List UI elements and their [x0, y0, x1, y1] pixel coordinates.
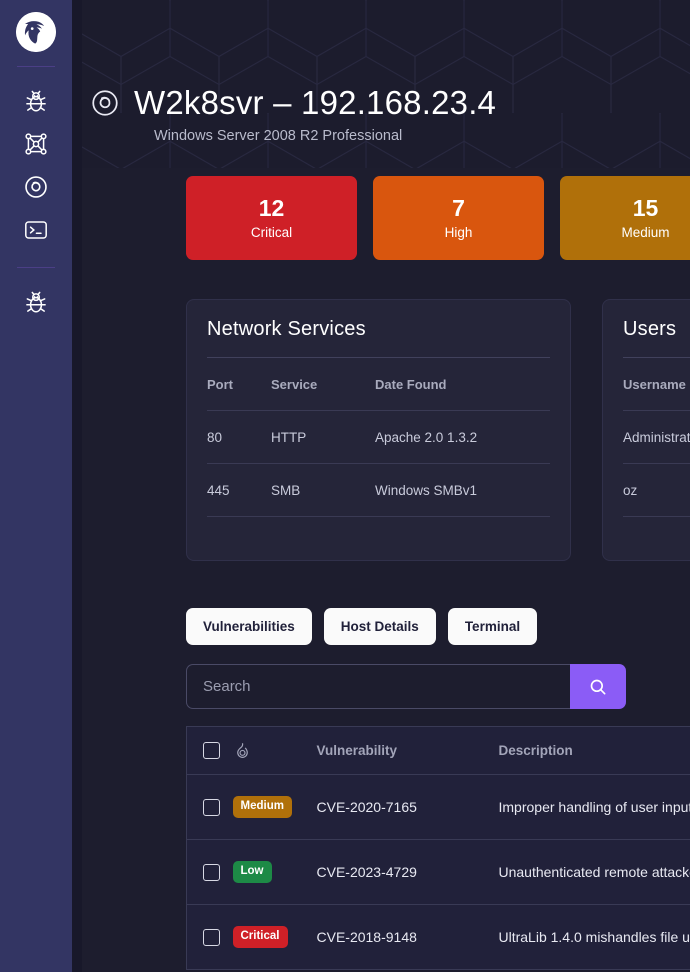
- users-panel: Users Username Credential Administrator …: [602, 299, 690, 561]
- cell-port: 80: [207, 411, 271, 464]
- status-badge: Low: [233, 861, 272, 883]
- sidebar-item-terminal[interactable]: [16, 210, 56, 250]
- table-row[interactable]: Administrator NT: [623, 411, 690, 464]
- status-badge: Medium: [233, 796, 292, 818]
- table-row[interactable]: oz NT: [623, 464, 690, 517]
- cell-description: Improper handling of user input in S: [499, 775, 690, 840]
- cell-cve-id: CVE-2018-9148: [317, 905, 499, 970]
- table-header-row: Vulnerability Description: [187, 727, 690, 775]
- stat-card-medium[interactable]: 15 Medium: [560, 176, 690, 260]
- network-services-panel: Network Services Port Service Date Found…: [186, 299, 571, 561]
- host-subtitle: Windows Server 2008 R2 Professional: [154, 128, 690, 144]
- search-button[interactable]: [570, 664, 626, 709]
- table-header-row: Username Credential: [623, 358, 690, 411]
- main-content: W2k8svr – 192.168.23.4 Windows Server 20…: [72, 0, 690, 972]
- panel-title: Users: [623, 318, 690, 341]
- column-header-username: Username: [623, 358, 690, 411]
- content-gutter: [72, 0, 82, 972]
- status-badge: Critical: [233, 926, 288, 948]
- sidebar-divider-bottom: [17, 267, 55, 268]
- stat-label: High: [445, 225, 473, 240]
- column-header-port: Port: [207, 358, 271, 411]
- cell-cve-id: CVE-2020-7165: [317, 775, 499, 840]
- wolf-logo[interactable]: [16, 12, 56, 52]
- column-header-vulnerability: Vulnerability: [317, 727, 499, 775]
- cell-service: HTTP: [271, 411, 375, 464]
- target-spiral-icon: [90, 88, 120, 118]
- cell-description: UltraLib 1.4.0 mishandles file upload: [499, 905, 690, 970]
- column-header-description: Description: [499, 727, 690, 775]
- table-row[interactable]: Critical CVE-2018-9148 UltraLib 1.4.0 mi…: [187, 905, 690, 970]
- stat-count: 7: [452, 196, 465, 221]
- cell-select: [187, 840, 233, 905]
- cell-username: Administrator: [623, 411, 690, 464]
- cell-service: SMB: [271, 464, 375, 517]
- column-header-service: Service: [271, 358, 375, 411]
- page-title: W2k8svr – 192.168.23.4: [134, 86, 496, 119]
- table-row[interactable]: Medium CVE-2020-7165 Improper handling o…: [187, 775, 690, 840]
- cell-severity: Low: [233, 840, 317, 905]
- terminal-icon: [23, 217, 49, 243]
- sidebar-item-bug[interactable]: [16, 81, 56, 121]
- row-checkbox[interactable]: [203, 929, 220, 946]
- bug-icon: [23, 88, 49, 114]
- cell-description: Unauthenticated remote attackers c: [499, 840, 690, 905]
- cell-username: oz: [623, 464, 690, 517]
- search-bar: [186, 664, 626, 709]
- cell-severity: Medium: [233, 775, 317, 840]
- target-spiral-icon: [23, 174, 49, 200]
- network-nodes-icon: [23, 131, 49, 157]
- cell-severity: Critical: [233, 905, 317, 970]
- sidebar-divider-top: [17, 66, 55, 67]
- stat-label: Medium: [621, 225, 669, 240]
- cell-select: [187, 905, 233, 970]
- flame-icon: [233, 741, 252, 760]
- stat-count: 12: [259, 196, 285, 221]
- stat-card-critical[interactable]: 12 Critical: [186, 176, 357, 260]
- sidebar-item-target[interactable]: [16, 167, 56, 207]
- stat-count: 15: [633, 196, 659, 221]
- cell-port: 445: [207, 464, 271, 517]
- panel-title: Network Services: [207, 318, 550, 341]
- tab-terminal[interactable]: Terminal: [448, 608, 537, 645]
- select-all-checkbox[interactable]: [203, 742, 220, 759]
- cell-cve-id: CVE-2023-4729: [317, 840, 499, 905]
- tab-vulnerabilities[interactable]: Vulnerabilities: [186, 608, 312, 645]
- stat-label: Critical: [251, 225, 292, 240]
- table-row[interactable]: 80 HTTP Apache 2.0 1.3.2: [207, 411, 550, 464]
- host-title-row: W2k8svr – 192.168.23.4: [90, 86, 690, 119]
- content-tabs: Vulnerabilities Host Details Terminal: [186, 608, 537, 645]
- network-services-table: Port Service Date Found 80 HTTP Apache 2…: [207, 358, 550, 517]
- cell-date-found: Windows SMBv1: [375, 464, 550, 517]
- table-row[interactable]: Low CVE-2023-4729 Unauthenticated remote…: [187, 840, 690, 905]
- column-header-select: [187, 727, 233, 775]
- column-header-date-found: Date Found: [375, 358, 550, 411]
- info-panels: Network Services Port Service Date Found…: [186, 299, 690, 561]
- stat-card-high[interactable]: 7 High: [373, 176, 544, 260]
- table-row[interactable]: 445 SMB Windows SMBv1: [207, 464, 550, 517]
- host-header: W2k8svr – 192.168.23.4 Windows Server 20…: [72, 0, 690, 168]
- row-checkbox[interactable]: [203, 864, 220, 881]
- tab-host-details[interactable]: Host Details: [324, 608, 436, 645]
- severity-stat-cards: 12 Critical 7 High 15 Medium: [186, 176, 690, 260]
- sidebar-item-bug-secondary[interactable]: [16, 282, 56, 322]
- vulnerabilities-table: Vulnerability Description Medium CVE-202…: [186, 726, 690, 970]
- cell-select: [187, 775, 233, 840]
- column-header-severity: [233, 727, 317, 775]
- row-checkbox[interactable]: [203, 799, 220, 816]
- users-table: Username Credential Administrator NT oz …: [623, 358, 690, 517]
- wolf-logo-icon: [16, 12, 56, 52]
- sidebar: [0, 0, 72, 972]
- vulnerabilities-table-wrapper: Vulnerability Description Medium CVE-202…: [186, 726, 690, 970]
- bug-icon: [23, 289, 49, 315]
- app-root: W2k8svr – 192.168.23.4 Windows Server 20…: [0, 0, 690, 972]
- cell-date-found: Apache 2.0 1.3.2: [375, 411, 550, 464]
- table-header-row: Port Service Date Found: [207, 358, 550, 411]
- sidebar-item-network[interactable]: [16, 124, 56, 164]
- search-input[interactable]: [186, 664, 570, 709]
- search-icon: [588, 677, 608, 697]
